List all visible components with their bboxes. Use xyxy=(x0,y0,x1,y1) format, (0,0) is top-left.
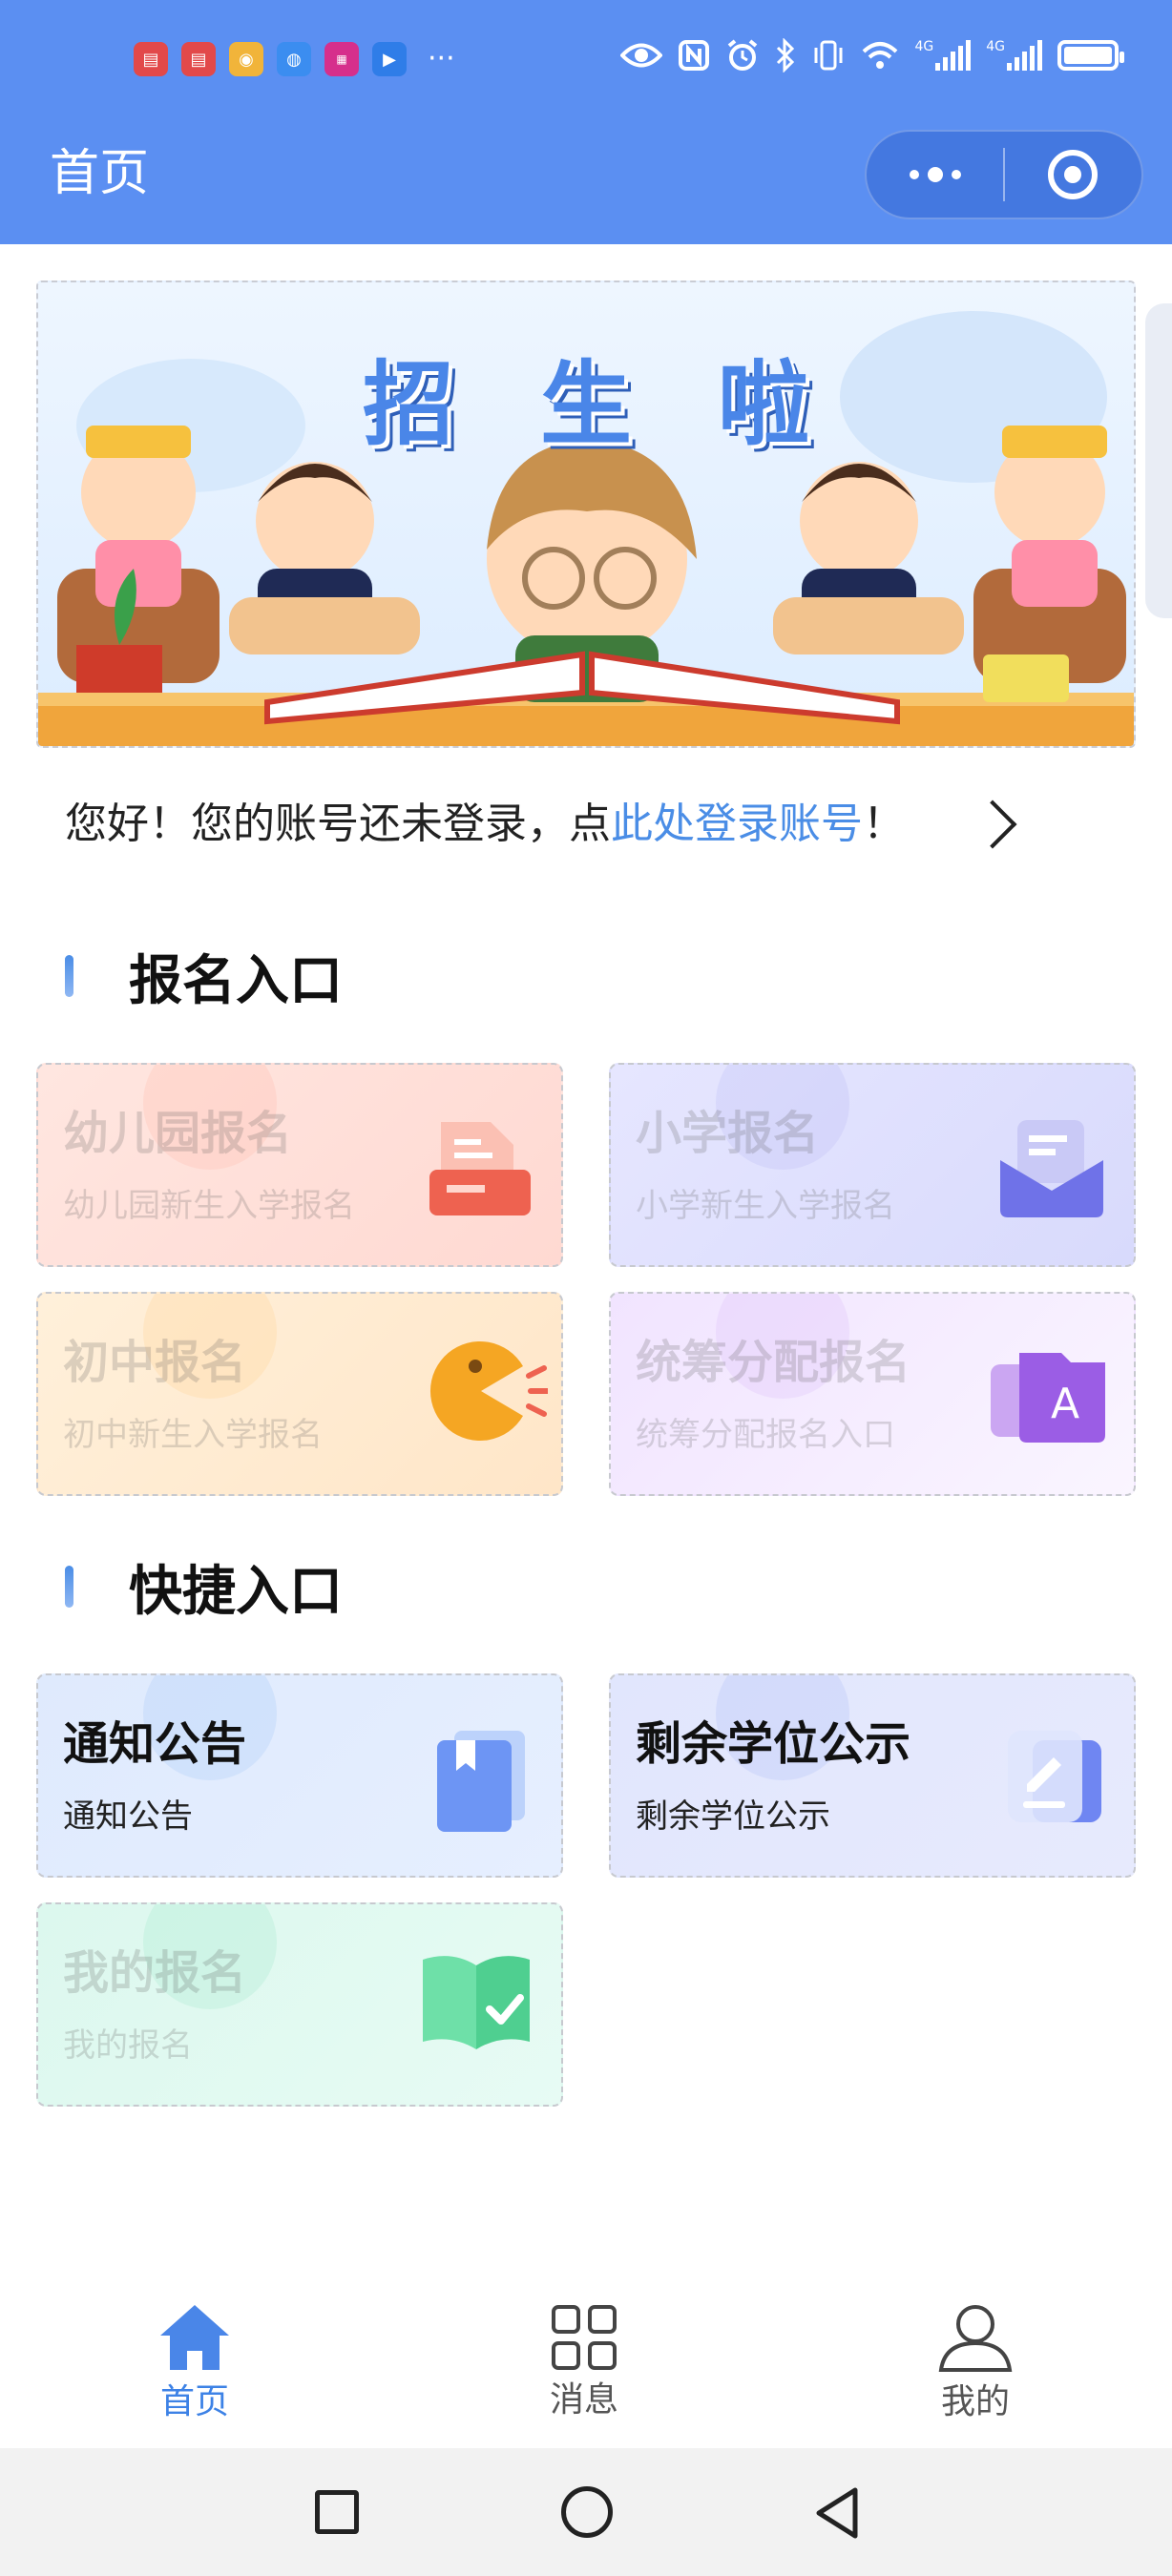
app-page: ▤ ▤ ◉ ◍ ▦ ▶ ··· 4G 4G 首页 招生啦 您好！您的账号还未登录… xyxy=(0,0,1172,2576)
wifi-icon xyxy=(863,42,898,69)
recent-apps-icon[interactable] xyxy=(315,2490,359,2534)
card-kindergarten-registration[interactable]: 幼儿园报名 幼儿园新生入学报名 xyxy=(36,1063,563,1267)
back-icon[interactable] xyxy=(813,2486,861,2540)
card-title: 小学报名 xyxy=(636,1107,820,1160)
section-header-registration: 报名入口 xyxy=(65,943,343,1012)
bottom-tab-bar: 首页 消息 我的 xyxy=(0,2280,1172,2448)
promo-banner[interactable]: 招生啦 xyxy=(36,280,1136,748)
next-banner-peek xyxy=(1145,303,1172,618)
tab-label: 我的 xyxy=(940,2382,1010,2421)
font-folder-icon: A xyxy=(991,1353,1105,1443)
envelope-letter-icon xyxy=(1000,1120,1103,1217)
tab-label: 首页 xyxy=(159,2382,229,2421)
signal-4g-icon: 4G xyxy=(986,40,1042,71)
status-system-icons: 4G 4G xyxy=(620,38,1124,73)
card-subtitle: 初中新生入学报名 xyxy=(63,1416,323,1454)
video-icon: ▶ xyxy=(372,42,407,76)
card-junior-high-registration[interactable]: 初中报名 初中新生入学报名 xyxy=(36,1292,563,1496)
system-navigation-bar xyxy=(0,2448,1172,2576)
more-notifications-icon: ··· xyxy=(428,42,455,75)
miniprogram-capsule xyxy=(865,130,1143,219)
card-remaining-seats[interactable]: 剩余学位公示 剩余学位公示 xyxy=(609,1673,1136,1878)
card-title: 初中报名 xyxy=(63,1336,247,1389)
home-button-icon[interactable] xyxy=(561,2486,613,2538)
card-my-registration[interactable]: 我的报名 我的报名 xyxy=(36,1902,563,2107)
chevron-right-icon[interactable] xyxy=(968,800,1017,849)
edit-note-icon xyxy=(1008,1731,1101,1822)
tab-mine[interactable]: 我的 xyxy=(880,2280,1071,2448)
alarm-icon xyxy=(728,39,758,71)
card-coordinated-allocation-registration[interactable]: 统筹分配报名 统筹分配报名入口 A xyxy=(609,1292,1136,1496)
pacman-icon xyxy=(429,1341,548,1441)
login-link[interactable]: 此处登录账号 xyxy=(611,800,863,848)
card-primary-school-registration[interactable]: 小学报名 小学新生入学报名 xyxy=(609,1063,1136,1267)
tab-messages[interactable]: 消息 xyxy=(489,2280,680,2448)
reader-icon: ▤ xyxy=(134,42,168,76)
reader-icon: ▤ xyxy=(181,42,216,76)
card-title: 我的报名 xyxy=(63,1946,247,2000)
card-title: 统筹分配报名 xyxy=(636,1336,911,1389)
bluetooth-icon xyxy=(777,38,795,73)
target-circle-icon xyxy=(1048,150,1099,199)
tab-label: 消息 xyxy=(549,2380,618,2420)
card-title: 剩余学位公示 xyxy=(636,1717,911,1771)
vibrate-icon xyxy=(814,40,843,71)
grid-icon xyxy=(552,2305,617,2370)
card-title: 幼儿园报名 xyxy=(63,1107,293,1160)
more-menu-button[interactable] xyxy=(867,132,1003,218)
weibo-icon: ◉ xyxy=(229,42,263,76)
browser-icon: ◍ xyxy=(277,42,311,76)
magazine-icon: ▦ xyxy=(324,42,359,76)
card-subtitle: 我的报名 xyxy=(63,2026,193,2065)
section-accent-bar xyxy=(65,1566,73,1608)
page-title: 首页 xyxy=(50,145,150,202)
close-miniprogram-button[interactable] xyxy=(1005,132,1141,218)
login-prompt-text: 您好！您的账号还未登录，点 xyxy=(65,800,611,848)
eye-icon xyxy=(620,43,663,68)
svg-text:A: A xyxy=(1051,1380,1079,1428)
tab-home[interactable]: 首页 xyxy=(99,2280,290,2448)
section-title: 快捷入口 xyxy=(129,1560,343,1623)
nfc-icon xyxy=(679,40,710,71)
card-subtitle: 通知公告 xyxy=(63,1797,193,1836)
card-notices[interactable]: 通知公告 通知公告 xyxy=(36,1673,563,1878)
open-book-check-icon xyxy=(423,1956,530,2049)
net-type-label: 4G xyxy=(914,39,934,54)
user-icon xyxy=(938,2305,1013,2372)
form-document-icon xyxy=(429,1122,531,1215)
more-dots-icon xyxy=(909,167,961,182)
card-subtitle: 统筹分配报名入口 xyxy=(636,1416,895,1454)
banner-headline: 招生啦 xyxy=(363,351,895,458)
card-subtitle: 剩余学位公示 xyxy=(636,1797,830,1836)
card-subtitle: 幼儿园新生入学报名 xyxy=(63,1187,355,1225)
section-accent-bar xyxy=(65,955,73,997)
card-title: 通知公告 xyxy=(63,1717,247,1771)
section-header-shortcuts: 快捷入口 xyxy=(65,1553,343,1623)
bookmark-book-icon xyxy=(437,1731,525,1832)
top-bar: ▤ ▤ ◉ ◍ ▦ ▶ ··· 4G 4G 首页 xyxy=(0,0,1172,244)
login-prompt: 您好！您的账号还未登录，点此处登录账号！ xyxy=(65,794,905,855)
login-prompt-suffix: ！ xyxy=(863,800,905,848)
card-subtitle: 小学新生入学报名 xyxy=(636,1187,895,1225)
net-type-label: 4G xyxy=(986,39,1005,54)
signal-4g-icon: 4G xyxy=(914,39,972,71)
battery-icon xyxy=(1057,40,1124,71)
home-icon xyxy=(160,2305,229,2370)
section-title: 报名入口 xyxy=(129,949,343,1012)
status-app-icons: ▤ ▤ ◉ ◍ ▦ ▶ ··· xyxy=(134,42,455,76)
